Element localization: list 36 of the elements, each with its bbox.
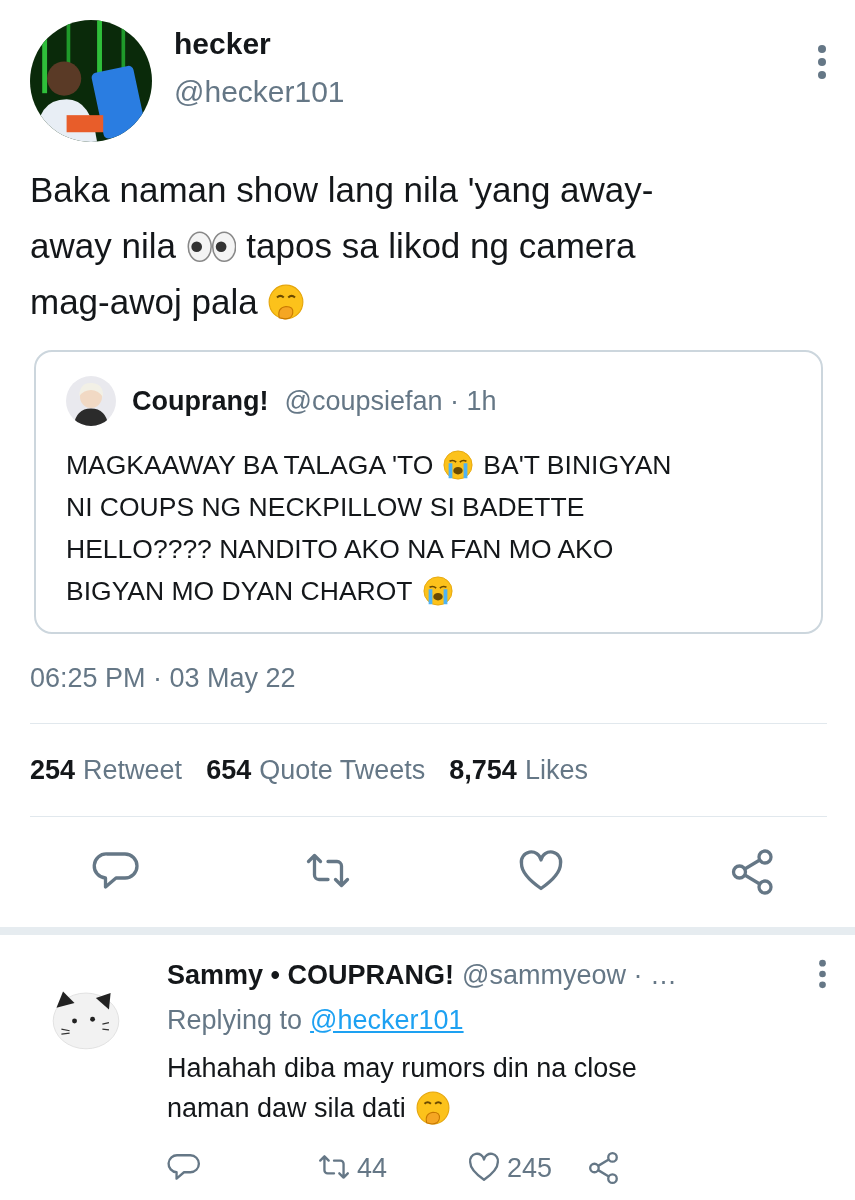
retweet-button[interactable]: 44 xyxy=(317,1148,388,1189)
giggle-face-icon xyxy=(415,1091,450,1125)
username: @sammyeow · … xyxy=(462,959,678,992)
stat-count: 254 xyxy=(30,753,76,787)
mention-link[interactable]: @hecker101 xyxy=(310,999,464,1040)
quoted-tweet-card[interactable]: Couprang! @coupsiefan · 1h MAGKAAWAY BA TALAGA 'TO BA'T BINIGYAN NI COUPS NG NECKPILLOW SI BADETTE HELLO???? NANDITO AKO NA FAN MO AKO BIGYAN MO DYAN CHAROT xyxy=(34,350,823,634)
more-options-icon[interactable] xyxy=(818,959,827,989)
giggle-face-icon xyxy=(267,284,304,320)
display-name: hecker xyxy=(174,26,272,62)
display-name: Sammy • COUPRANG! xyxy=(167,959,454,992)
crying-face-icon xyxy=(422,576,453,606)
tweet-text: Baka naman show lang nila 'yang away- xyxy=(30,169,654,211)
replying-label: Replying to xyxy=(167,1003,303,1037)
stat-link[interactable]: Quote Tweets xyxy=(259,749,426,790)
quoted-tweet-text: BA'T BINIGYAN xyxy=(483,449,672,482)
display-name: Couprang! xyxy=(132,384,269,418)
stat-link[interactable]: Likes xyxy=(524,749,588,790)
tweet-text: mag-awoj pala xyxy=(30,281,258,323)
share-icon[interactable] xyxy=(587,1151,621,1186)
like-button[interactable]: 245 xyxy=(467,1148,553,1189)
tweet-text: away nila xyxy=(30,225,176,267)
tweet-meta: @coupsiefan · 1h xyxy=(284,384,497,418)
quoted-tweet-text: NI COUPS NG NECKPILLOW SI BADETTE xyxy=(66,491,585,524)
stat-count: 654 xyxy=(206,753,252,787)
tweet-text: tapos sa likod ng camera xyxy=(246,225,636,267)
stat-link[interactable]: Retweet xyxy=(83,749,183,790)
tweet-timestamp: 06:25 PM · 03 May 22 xyxy=(30,662,297,695)
quoted-tweet-text: BIGYAN MO DYAN CHAROT xyxy=(66,575,413,608)
crying-face-icon xyxy=(443,450,474,480)
stat-count: 8,754 xyxy=(449,753,517,787)
username: @hecker101 xyxy=(174,74,346,110)
more-options-icon[interactable] xyxy=(817,44,827,80)
reply-text: Hahahah diba may rumors din na close xyxy=(167,1052,637,1085)
quoted-tweet-text: MAGKAAWAY BA TALAGA 'TO xyxy=(66,449,434,482)
reply-text: naman daw sila dati xyxy=(167,1092,406,1125)
quoted-tweet-text: HELLO???? NANDITO AKO NA FAN MO AKO xyxy=(66,533,614,566)
